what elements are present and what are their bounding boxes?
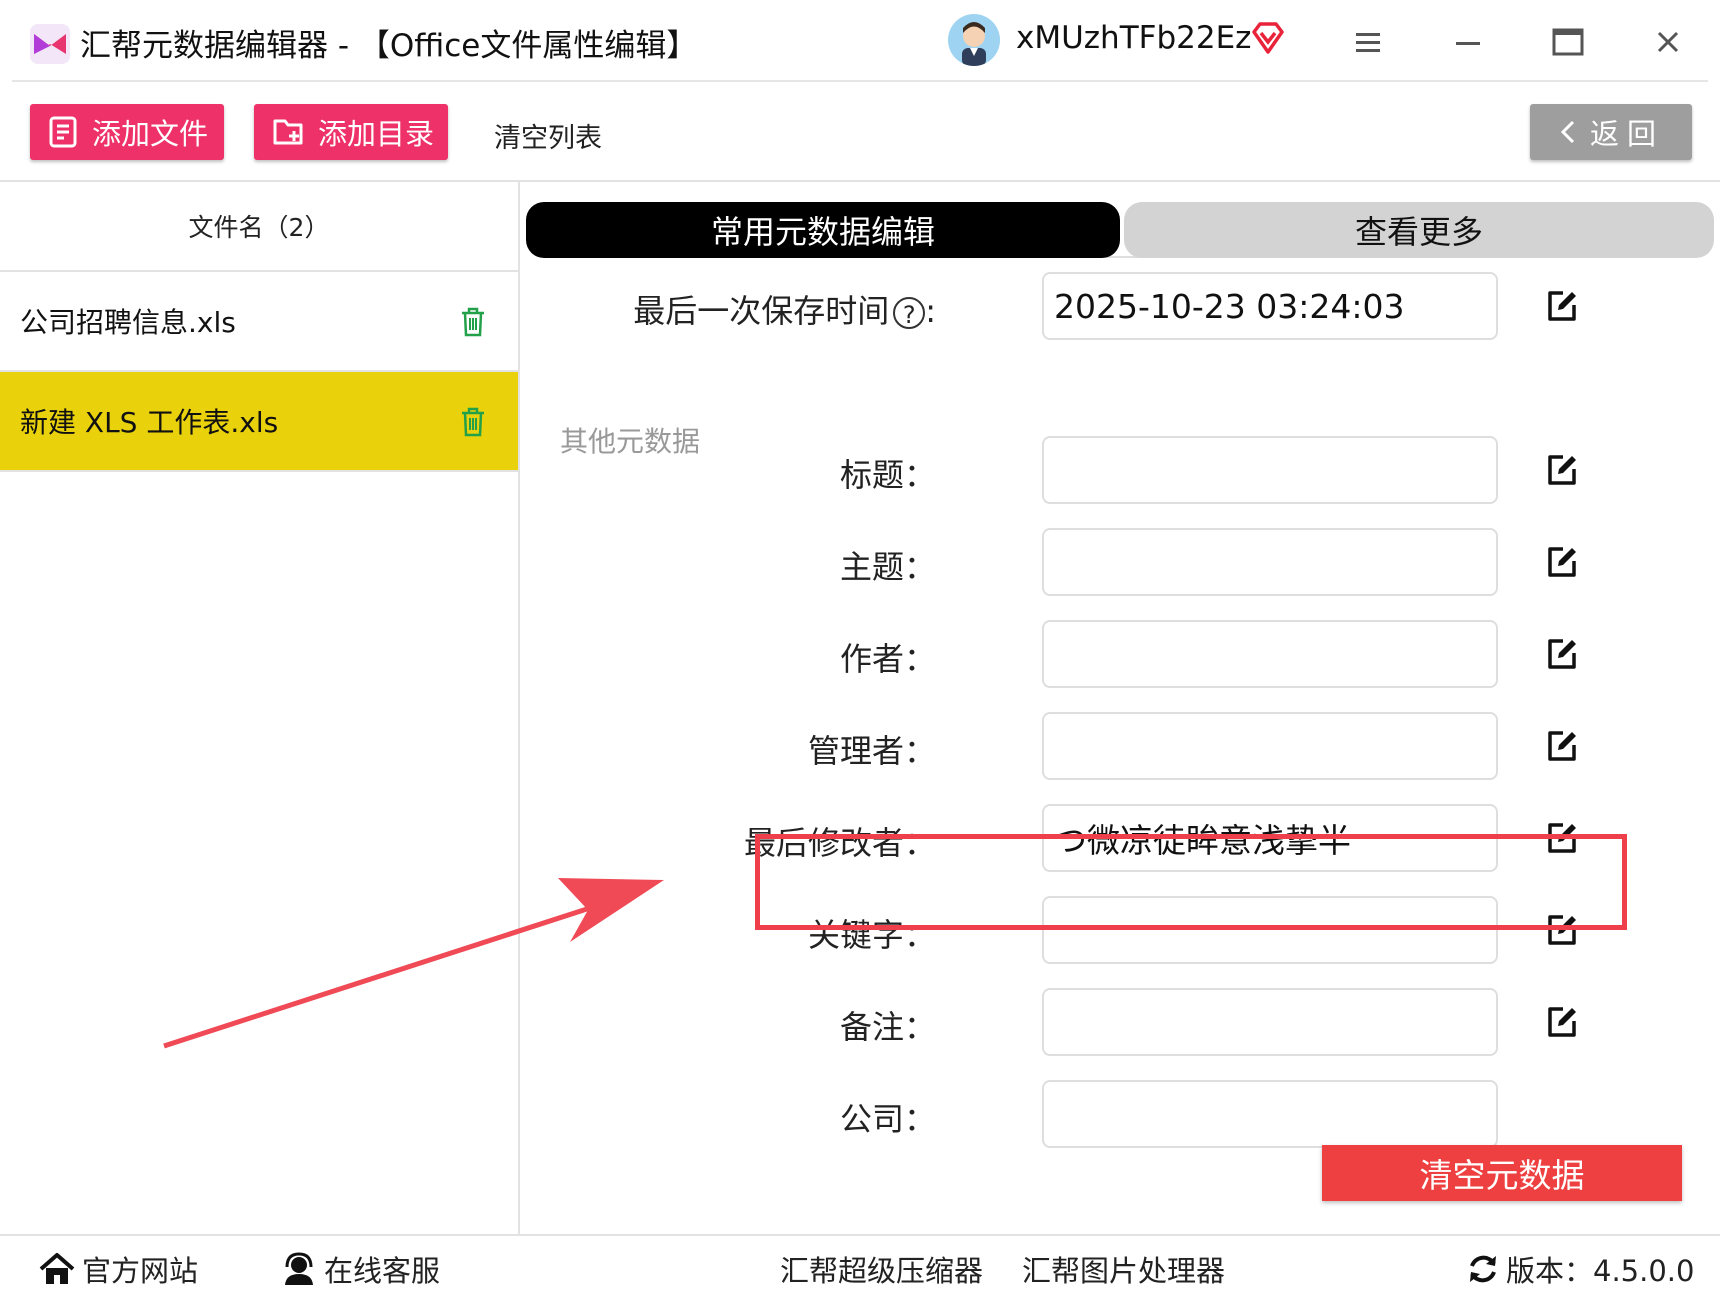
headset-icon	[285, 1252, 313, 1285]
status-bar: 官方网站 在线客服 汇帮超级压缩器 汇帮图片处理器 版本：4.5.0.0	[0, 1234, 1720, 1302]
trash-icon[interactable]	[458, 406, 488, 438]
add-file-button[interactable]: 添加文件	[30, 104, 224, 160]
maximize-icon[interactable]	[1548, 22, 1588, 62]
subject-input[interactable]	[1042, 528, 1498, 596]
last-saved-label: 最后一次保存时间?:	[633, 286, 936, 332]
close-icon[interactable]	[1648, 22, 1688, 62]
chevron-left-icon	[1560, 120, 1575, 144]
version-label: 版本：4.5.0.0	[1506, 1254, 1695, 1288]
clear-list-button[interactable]: 清空列表	[494, 116, 602, 155]
trash-icon[interactable]	[458, 306, 488, 338]
file-name: 新建 XLS 工作表.xls	[20, 406, 279, 439]
online-support-link[interactable]: 在线客服	[280, 1248, 440, 1290]
add-file-icon	[49, 116, 77, 148]
back-button[interactable]: 返回	[1530, 104, 1692, 160]
annotation-highlight-box	[755, 834, 1627, 930]
last-saved-input[interactable]: 2025-10-23 03:24:03	[1042, 272, 1498, 340]
file-list-header: 文件名（2）	[0, 182, 518, 272]
annotation-arrow-icon	[163, 878, 664, 1049]
user-avatar[interactable]	[948, 14, 1000, 66]
menu-icon[interactable]	[1348, 22, 1388, 62]
author-input[interactable]	[1042, 620, 1498, 688]
add-directory-button[interactable]: 添加目录	[254, 104, 448, 160]
title-label: 标题：	[839, 456, 936, 494]
title-bar: 汇帮元数据编辑器 - 【Office文件属性编辑】 xMUzhTFb22Ez	[0, 0, 1720, 82]
image-processor-link[interactable]: 汇帮图片处理器	[1022, 1248, 1225, 1290]
manager-label: 管理者：	[807, 732, 936, 770]
last-saved-colon: :	[925, 292, 936, 330]
edit-icon[interactable]	[1544, 544, 1580, 580]
clear-metadata-button[interactable]: 清空元数据	[1322, 1145, 1682, 1201]
subject-label: 主题：	[839, 548, 936, 586]
edit-icon[interactable]	[1544, 636, 1580, 672]
back-label: 返回	[1589, 117, 1664, 151]
edit-icon[interactable]	[1544, 452, 1580, 488]
help-icon[interactable]: ?	[893, 297, 926, 329]
last-saved-label-text: 最后一次保存时间	[633, 292, 890, 330]
minimize-icon[interactable]	[1448, 22, 1488, 62]
file-list-panel: 文件名（2） 公司招聘信息.xls 新建 XLS 工作表.xls	[0, 182, 520, 1234]
official-website-label: 官方网站	[82, 1254, 199, 1288]
notes-input[interactable]	[1042, 988, 1498, 1056]
add-folder-icon	[273, 119, 303, 145]
section-other-metadata: 其他元数据	[560, 425, 701, 458]
app-logo-icon	[30, 24, 70, 64]
version-info[interactable]: 版本：4.5.0.0	[1466, 1248, 1694, 1290]
tab-view-more[interactable]: 查看更多	[1124, 202, 1714, 258]
author-label: 作者：	[839, 640, 936, 678]
toolbar: 添加文件 添加目录 清空列表 返回	[0, 82, 1720, 180]
home-icon	[39, 1253, 75, 1284]
tab-common-metadata[interactable]: 常用元数据编辑	[526, 202, 1120, 258]
add-file-label: 添加文件	[92, 117, 209, 151]
vip-diamond-icon[interactable]	[1250, 20, 1286, 56]
add-directory-label: 添加目录	[318, 117, 435, 151]
metadata-panel: 常用元数据编辑 查看更多 最后一次保存时间?: 2025-10-23 03:24…	[520, 182, 1720, 1234]
notes-label: 备注：	[839, 1008, 936, 1046]
company-input[interactable]	[1042, 1080, 1498, 1148]
online-support-label: 在线客服	[324, 1254, 441, 1288]
title-input[interactable]	[1042, 436, 1498, 504]
username: xMUzhTFb22Ez	[1016, 20, 1252, 56]
refresh-icon	[1470, 1255, 1496, 1283]
compressor-link[interactable]: 汇帮超级压缩器	[780, 1248, 983, 1290]
official-website-link[interactable]: 官方网站	[38, 1248, 198, 1290]
edit-icon[interactable]	[1544, 728, 1580, 764]
edit-icon[interactable]	[1544, 288, 1580, 324]
file-name: 公司招聘信息.xls	[20, 306, 236, 339]
avatar-icon	[962, 22, 986, 66]
file-list-item-selected[interactable]: 新建 XLS 工作表.xls	[0, 372, 518, 472]
company-label: 公司：	[839, 1100, 936, 1138]
manager-input[interactable]	[1042, 712, 1498, 780]
app-title: 汇帮元数据编辑器 - 【Office文件属性编辑】	[80, 28, 698, 64]
file-list-item[interactable]: 公司招聘信息.xls	[0, 272, 518, 372]
edit-icon[interactable]	[1544, 1004, 1580, 1040]
